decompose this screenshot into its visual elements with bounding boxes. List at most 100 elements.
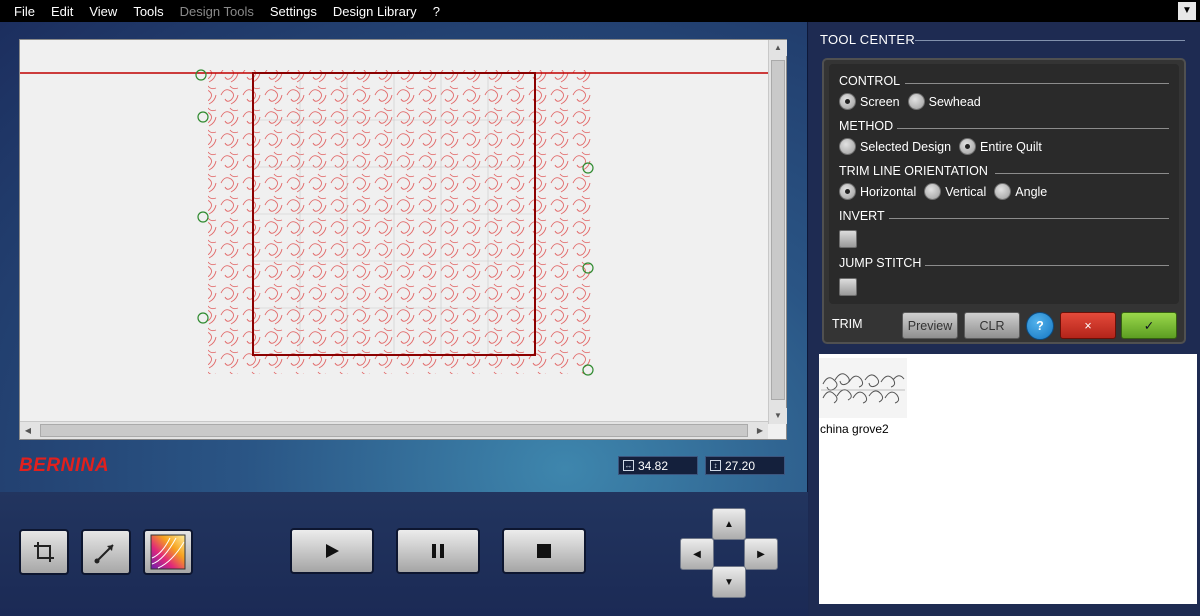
preview-button[interactable]: Preview	[902, 312, 958, 339]
crop-tool-button[interactable]	[19, 529, 69, 575]
orientation-vertical-label: Vertical	[945, 184, 987, 199]
pause-icon	[432, 544, 444, 558]
help-button[interactable]: ?	[1026, 312, 1054, 340]
width-value: 34.82	[638, 458, 669, 473]
pause-button[interactable]	[396, 528, 480, 574]
control-screen-option[interactable]: Screen	[839, 93, 900, 110]
invert-checkbox[interactable]	[839, 230, 857, 248]
control-sewhead-option[interactable]: Sewhead	[907, 93, 981, 110]
crop-icon	[34, 542, 54, 562]
tool-center-title: TOOL CENTER	[820, 32, 916, 47]
move-left-button[interactable]: ◀	[680, 538, 714, 570]
trim-tool-box: CONTROL Screen Sewhead METHOD Selected D…	[822, 58, 1186, 344]
vertical-scrollbar[interactable]: ▲ ▼	[768, 40, 787, 424]
path-icon	[94, 544, 114, 564]
node-marker	[197, 211, 209, 223]
trim-options: CONTROL Screen Sewhead METHOD Selected D…	[829, 64, 1179, 304]
method-radio-group: Selected Design Entire Quilt	[839, 138, 1050, 155]
menu-view[interactable]: View	[81, 4, 125, 19]
method-label: METHOD	[839, 119, 894, 133]
scroll-down-arrow-icon[interactable]: ▼	[769, 408, 787, 424]
height-readout: ↕ 27.20	[705, 456, 785, 475]
method-entire-quilt-radio[interactable]	[959, 138, 977, 155]
orientation-horizontal-radio[interactable]	[839, 183, 856, 200]
confirm-button[interactable]: ✓	[1121, 312, 1177, 339]
control-label: CONTROL	[839, 74, 901, 88]
control-radio-group: Screen Sewhead	[839, 93, 989, 110]
stop-button[interactable]	[502, 528, 586, 574]
control-screen-label: Screen	[860, 94, 900, 109]
menu-bar: File Edit View Tools Design Tools Settin…	[0, 0, 1200, 22]
width-readout: ↔ 34.82	[618, 456, 698, 475]
control-screen-radio[interactable]	[839, 93, 856, 110]
horizontal-scroll-thumb[interactable]	[40, 424, 748, 437]
jump-stitch-checkbox[interactable]	[839, 278, 857, 296]
quilt-canvas-drawing[interactable]	[20, 40, 768, 423]
menu-settings[interactable]: Settings	[262, 4, 325, 19]
scroll-up-arrow-icon[interactable]: ▲	[769, 40, 787, 56]
menu-design-library[interactable]: Design Library	[325, 4, 425, 19]
workspace-panel: ▲ ▼ ◀ ▶ BERNINA ↔ 34.82 ↕ 27.20	[0, 22, 808, 492]
quilt-canvas[interactable]: ▲ ▼ ◀ ▶	[19, 39, 787, 440]
node-marker	[197, 312, 209, 324]
menu-edit[interactable]: Edit	[43, 4, 81, 19]
orientation-radio-group: Horizontal Vertical Angle	[839, 183, 1055, 200]
orientation-divider	[995, 173, 1169, 174]
move-right-button[interactable]: ▶	[744, 538, 778, 570]
menu-file[interactable]: File	[0, 4, 43, 19]
title-divider	[915, 40, 1185, 41]
orientation-label: TRIM LINE ORIENTATION	[839, 164, 988, 178]
orientation-angle-label: Angle	[1015, 184, 1048, 199]
method-selected-design-option[interactable]: Selected Design	[839, 138, 951, 155]
orientation-vertical-option[interactable]: Vertical	[924, 183, 986, 200]
play-button[interactable]	[290, 528, 374, 574]
brand-logo: BERNINA	[19, 455, 110, 476]
direction-pad: ▲ ◀ ▶ ▼	[680, 508, 780, 600]
width-arrows-icon: ↔	[623, 460, 634, 471]
invert-label: INVERT	[839, 209, 885, 223]
method-divider	[897, 128, 1169, 129]
node-marker	[195, 69, 207, 81]
stop-icon	[537, 544, 551, 558]
method-entire-quilt-option[interactable]: Entire Quilt	[959, 138, 1042, 155]
node-marker	[197, 111, 209, 123]
menu-help[interactable]: ?	[425, 4, 448, 19]
invert-divider	[889, 218, 1169, 219]
orientation-horizontal-option[interactable]: Horizontal	[839, 183, 916, 200]
vertical-scroll-thumb[interactable]	[771, 60, 785, 400]
color-gradient-icon	[150, 534, 186, 570]
scroll-right-arrow-icon[interactable]: ▶	[752, 422, 768, 440]
scroll-left-arrow-icon[interactable]: ◀	[20, 422, 36, 440]
cancel-button[interactable]: ×	[1060, 312, 1116, 339]
arrow-left-icon: ◀	[693, 548, 701, 560]
tool-center-panel: TOOL CENTER CONTROL Screen Sewhead METHO…	[809, 22, 1200, 616]
design-thumbnail-image	[821, 373, 905, 404]
jump-stitch-label: JUMP STITCH	[839, 256, 922, 270]
orientation-vertical-radio[interactable]	[924, 183, 942, 200]
control-divider	[905, 83, 1169, 84]
clr-button[interactable]: CLR	[964, 312, 1020, 339]
menu-tools[interactable]: Tools	[125, 4, 171, 19]
method-selected-design-radio[interactable]	[839, 138, 856, 155]
color-tool-button[interactable]	[143, 529, 193, 575]
window-dropdown-button[interactable]: ▼	[1178, 2, 1196, 20]
path-tool-button[interactable]	[81, 529, 131, 575]
trim-label: TRIM	[832, 317, 863, 331]
jump-stitch-divider	[925, 265, 1169, 266]
height-value: 27.20	[725, 458, 756, 473]
method-selected-design-label: Selected Design	[860, 139, 952, 154]
orientation-angle-option[interactable]: Angle	[994, 183, 1047, 200]
design-library-pane: china grove2	[819, 354, 1197, 604]
design-thumbnail[interactable]	[819, 358, 907, 418]
control-sewhead-label: Sewhead	[928, 94, 981, 109]
arrow-up-icon: ▲	[724, 518, 734, 530]
horizontal-scrollbar[interactable]: ◀ ▶	[20, 421, 768, 439]
move-down-button[interactable]: ▼	[712, 566, 746, 598]
menu-design-tools[interactable]: Design Tools	[172, 4, 262, 19]
orientation-angle-radio[interactable]	[994, 183, 1012, 200]
arrow-right-icon: ▶	[757, 548, 765, 560]
control-sewhead-radio[interactable]	[907, 93, 925, 110]
design-name: china grove2	[820, 422, 889, 436]
move-up-button[interactable]: ▲	[712, 508, 746, 540]
play-icon	[326, 544, 339, 558]
